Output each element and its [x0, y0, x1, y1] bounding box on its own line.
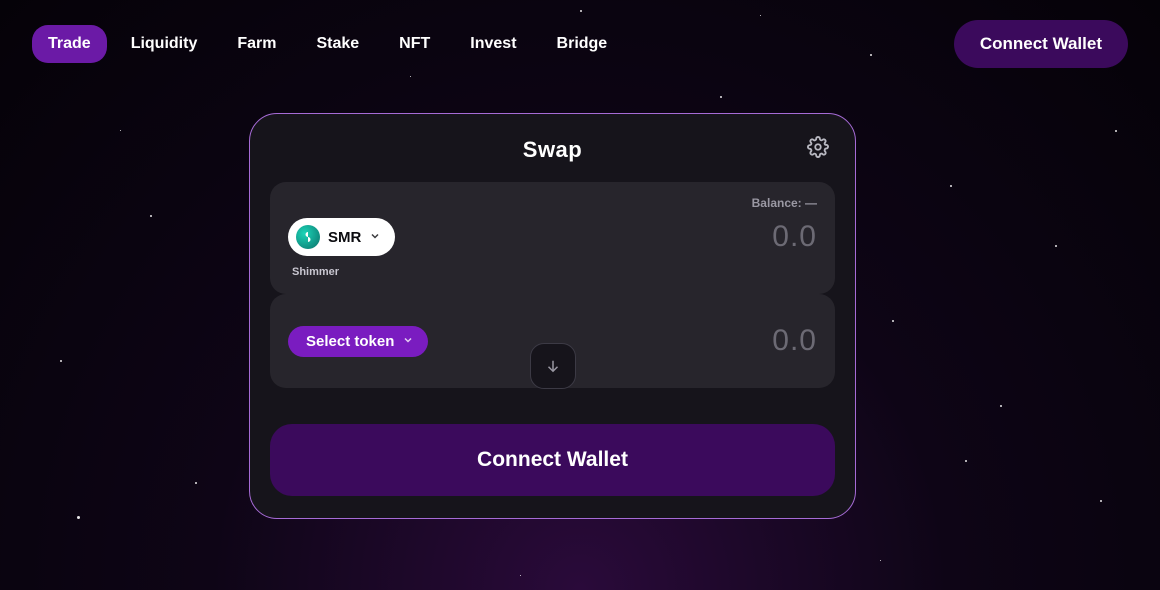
smr-token-icon — [296, 225, 320, 249]
from-token-select[interactable]: SMR — [288, 218, 395, 256]
nav-liquidity[interactable]: Liquidity — [115, 25, 214, 63]
top-bar: Trade Liquidity Farm Stake NFT Invest Br… — [32, 20, 1128, 68]
swap-panel: Swap Balance: — SMR 0.0 — [249, 113, 856, 519]
main-nav: Trade Liquidity Farm Stake NFT Invest Br… — [32, 25, 623, 63]
connect-wallet-main-button[interactable]: Connect Wallet — [270, 424, 835, 496]
chevron-down-icon — [369, 229, 381, 246]
to-token-select[interactable]: Select token — [288, 326, 428, 357]
nav-invest[interactable]: Invest — [454, 25, 532, 63]
nav-trade[interactable]: Trade — [32, 25, 107, 63]
chevron-down-icon — [402, 333, 414, 350]
swap-title: Swap — [523, 137, 582, 163]
from-token-symbol: SMR — [328, 229, 361, 246]
from-balance-label: Balance: — — [288, 196, 817, 210]
nav-nft[interactable]: NFT — [383, 25, 446, 63]
select-token-label: Select token — [306, 333, 394, 350]
from-token-box: Balance: — SMR 0.0 Shimmer — [270, 182, 835, 294]
nav-bridge[interactable]: Bridge — [541, 25, 624, 63]
nav-farm[interactable]: Farm — [221, 25, 292, 63]
arrow-down-icon — [544, 357, 562, 375]
to-amount[interactable]: 0.0 — [772, 324, 817, 358]
from-token-name: Shimmer — [288, 266, 817, 278]
nav-stake[interactable]: Stake — [300, 25, 375, 63]
from-amount[interactable]: 0.0 — [772, 220, 817, 254]
swap-direction-button[interactable] — [530, 343, 576, 389]
gear-icon[interactable] — [807, 136, 829, 163]
connect-wallet-top-button[interactable]: Connect Wallet — [954, 20, 1128, 68]
swap-panel-header: Swap — [270, 132, 835, 168]
